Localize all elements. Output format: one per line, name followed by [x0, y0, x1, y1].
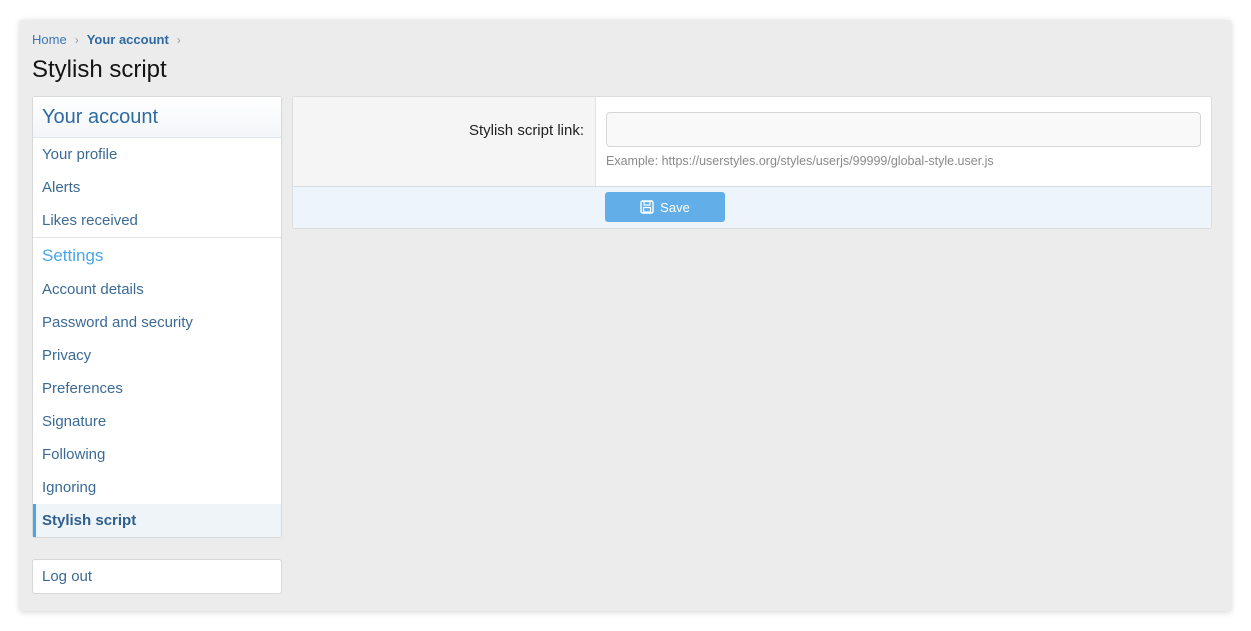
- logout-link[interactable]: Log out: [32, 559, 282, 594]
- form-footer: Save: [293, 187, 1211, 228]
- page-frame: Home › Your account › Stylish script You…: [20, 20, 1231, 611]
- sidebar-item-privacy[interactable]: Privacy: [33, 339, 281, 372]
- sidebar-item-password-security[interactable]: Password and security: [33, 306, 281, 339]
- sidebar-item-signature[interactable]: Signature: [33, 405, 281, 438]
- breadcrumb-home[interactable]: Home: [32, 32, 67, 47]
- breadcrumb-your-account[interactable]: Your account: [87, 32, 169, 47]
- sidebar-item-likes-received[interactable]: Likes received: [33, 204, 281, 237]
- sidebar-item-your-profile[interactable]: Your profile: [33, 138, 281, 171]
- chevron-right-icon: ›: [74, 32, 79, 47]
- form-field-container: Example: https://userstyles.org/styles/u…: [596, 97, 1211, 186]
- field-hint: Example: https://userstyles.org/styles/u…: [606, 154, 994, 168]
- breadcrumb: Home › Your account ›: [32, 32, 189, 47]
- sidebar-item-stylish-script[interactable]: Stylish script: [33, 504, 281, 537]
- sidebar-item-ignoring[interactable]: Ignoring: [33, 471, 281, 504]
- stylish-script-link-input[interactable]: [606, 112, 1201, 147]
- save-button[interactable]: Save: [605, 192, 725, 222]
- sidebar-item-alerts[interactable]: Alerts: [33, 171, 281, 204]
- sidebar-header-your-account[interactable]: Your account: [33, 97, 281, 138]
- sidebar-item-account-details[interactable]: Account details: [33, 273, 281, 306]
- sidebar-subheader-settings: Settings: [33, 237, 281, 273]
- stylish-script-form: Stylish script link: Example: https://us…: [292, 96, 1212, 229]
- chevron-right-icon: ›: [176, 32, 181, 47]
- form-row-stylish-script-link: Stylish script link: Example: https://us…: [293, 97, 1211, 187]
- save-button-label: Save: [660, 199, 690, 215]
- account-sidebar: Your account Your profile Alerts Likes r…: [32, 96, 282, 538]
- page-title: Stylish script: [32, 56, 167, 83]
- floppy-disk-icon: [640, 200, 654, 214]
- sidebar-item-following[interactable]: Following: [33, 438, 281, 471]
- stylish-script-link-label: Stylish script link:: [293, 97, 596, 186]
- sidebar-item-preferences[interactable]: Preferences: [33, 372, 281, 405]
